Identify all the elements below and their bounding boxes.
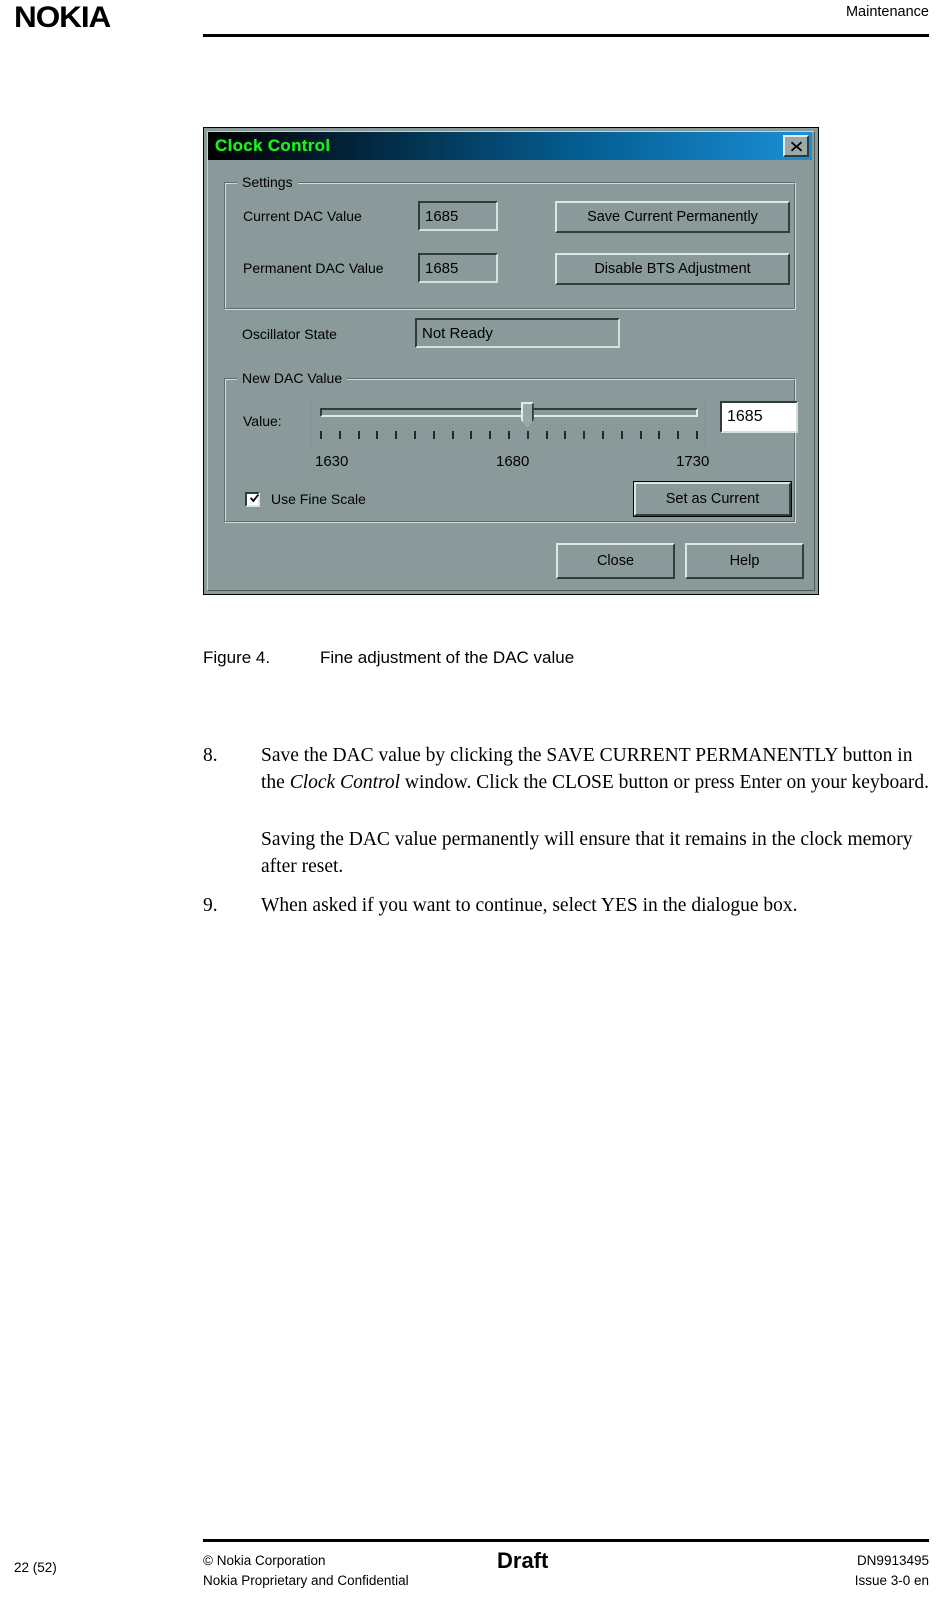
slider-tick: [620, 431, 623, 439]
dialog-help-button[interactable]: Help: [685, 543, 804, 579]
figure-caption: Figure 4. Fine adjustment of the DAC valu…: [203, 648, 574, 668]
oscillator-state-label: Oscillator State: [242, 326, 337, 342]
slider-tick: [583, 431, 586, 439]
clock-control-dialog: Clock Control Settings Current DAC Value…: [203, 127, 819, 595]
slider-tick-row: [320, 431, 698, 440]
page-footer: 22 (52) © Nokia Corporation Nokia Propri…: [0, 1547, 945, 1593]
slider-tick: [545, 431, 548, 439]
scale-min-label: 1630: [315, 453, 349, 470]
nokia-logo: NOKIA: [14, 1, 111, 34]
close-icon[interactable]: [783, 135, 809, 157]
slider-tick: [602, 431, 604, 439]
slider-tick: [470, 431, 473, 439]
use-fine-scale-checkbox[interactable]: [245, 492, 260, 507]
scale-max-label: 1730: [676, 453, 710, 470]
slider-tick: [338, 431, 341, 439]
step-9-number: 9.: [203, 895, 218, 916]
footer-copyright: © Nokia Corporation: [203, 1553, 326, 1568]
settings-group: Settings Current DAC Value 1685 Save Cur…: [224, 174, 796, 310]
new-dac-value-group: New DAC Value Value: 1630 1680 1730 1685…: [224, 370, 798, 523]
settings-group-legend: Settings: [237, 174, 298, 190]
current-dac-label: Current DAC Value: [243, 208, 362, 224]
new-dac-group-legend: New DAC Value: [237, 370, 348, 386]
oscillator-state-field[interactable]: Not Ready: [415, 318, 620, 348]
step-8-text: Save the DAC value by clicking the SAVE …: [261, 742, 935, 796]
slider-tick: [508, 431, 510, 439]
slider-tick: [489, 431, 492, 439]
slider-tick: [696, 431, 698, 439]
current-dac-value-field[interactable]: 1685: [418, 201, 498, 231]
use-fine-scale-label[interactable]: Use Fine Scale: [271, 491, 366, 507]
figure-caption-text: Fine adjustment of the DAC value: [320, 648, 575, 667]
slider-tick: [677, 431, 680, 439]
step-8-text-part2: window. Click the CLOSE button or press …: [400, 772, 929, 793]
value-label: Value:: [243, 413, 282, 429]
footer-confidential: Nokia Proprietary and Confidential: [203, 1573, 409, 1588]
slider-tick: [432, 431, 435, 439]
figure-number: Figure 4.: [203, 648, 271, 667]
header-divider: [203, 34, 929, 37]
footer-page-number: 22 (52): [14, 1560, 57, 1575]
new-dac-value-input[interactable]: 1685: [720, 401, 798, 433]
step-8-italic-term: Clock Control: [289, 772, 401, 793]
scale-mid-label: 1680: [496, 453, 530, 470]
slider-tick: [526, 431, 529, 439]
slider-tick: [395, 431, 398, 439]
save-current-permanently-button[interactable]: Save Current Permanently: [555, 201, 790, 233]
step-8-number: 8.: [203, 745, 218, 766]
footer-issue: Issue 3-0 en: [854, 1573, 929, 1588]
disable-bts-adjustment-button[interactable]: Disable BTS Adjustment: [555, 253, 790, 285]
footer-doc-number: DN9913495: [856, 1553, 929, 1568]
footer-doc-block: DN9913495 Issue 3-0 en: [855, 1551, 929, 1591]
header-chapter-title: Maintenance: [845, 4, 929, 20]
footer-divider: [203, 1539, 929, 1542]
dialog-titlebar: Clock Control: [208, 132, 812, 160]
dialog-title: Clock Control: [215, 136, 331, 155]
step-9-text: When asked if you want to continue, sele…: [261, 895, 798, 916]
permanent-dac-value-field[interactable]: 1685: [418, 253, 498, 283]
slider-tick: [320, 431, 322, 439]
step-8: 8. Save the DAC value by clicking the SA…: [203, 742, 935, 796]
slider-tick: [376, 431, 379, 439]
slider-tick: [357, 431, 360, 439]
slider-tick: [658, 431, 661, 439]
footer-copyright-block: © Nokia Corporation Nokia Proprietary an…: [203, 1551, 409, 1591]
slider-thumb[interactable]: [520, 402, 534, 428]
step-9: 9. When asked if you want to continue, s…: [203, 892, 935, 919]
note-paragraph: Saving the DAC value permanently will en…: [261, 826, 935, 880]
set-as-current-button[interactable]: Set as Current: [634, 482, 791, 516]
slider-tick: [639, 431, 642, 439]
slider-tick: [451, 431, 454, 439]
footer-draft-label: Draft: [497, 1548, 549, 1573]
slider-track[interactable]: [320, 408, 698, 417]
slider-tick: [564, 431, 567, 439]
note-paragraph-text: Saving the DAC value permanently will en…: [261, 829, 913, 877]
page-header: NOKIA Maintenance: [0, 0, 945, 46]
slider-tick: [414, 431, 416, 439]
permanent-dac-label: Permanent DAC Value: [243, 260, 384, 276]
dialog-close-button[interactable]: Close: [556, 543, 675, 579]
slider-focus-rect: [311, 397, 705, 448]
